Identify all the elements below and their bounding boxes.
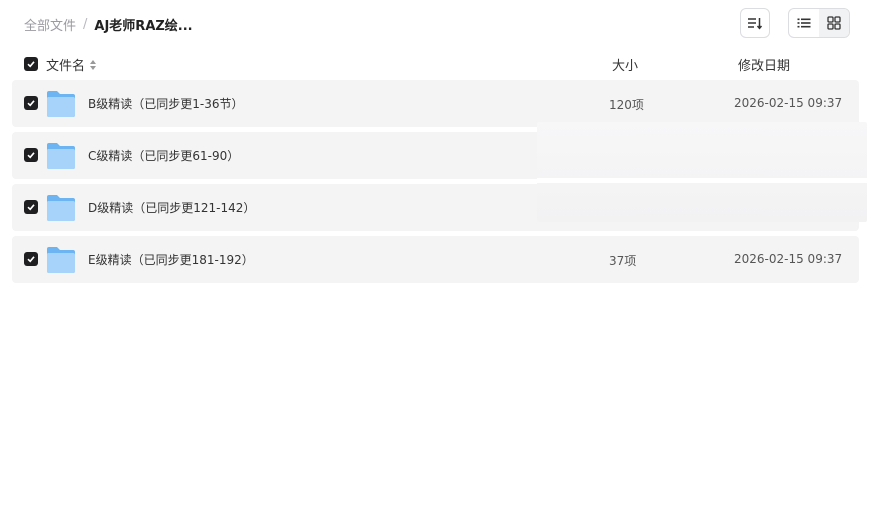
sort-button[interactable] <box>740 8 770 38</box>
check-icon <box>27 204 35 211</box>
breadcrumb: 全部文件 / AJ老师RAZ绘... <box>24 14 193 34</box>
obscured-overlay <box>537 122 867 222</box>
file-date: 2026-02-15 09:37 <box>734 96 843 110</box>
folder-icon <box>47 91 75 117</box>
row-checkbox[interactable] <box>24 96 38 110</box>
file-size: 120项 <box>609 98 644 112</box>
sort-lines-icon <box>748 18 763 30</box>
folder-icon <box>47 247 75 273</box>
column-name-header[interactable]: 文件名 <box>46 55 97 74</box>
file-name[interactable]: B级精读（已同步更1-36节） <box>88 95 243 112</box>
breadcrumb-current-folder: AJ老师RAZ绘... <box>94 18 193 34</box>
row-checkbox[interactable] <box>24 148 38 162</box>
column-name-label: 文件名 <box>46 59 86 74</box>
grid-view-icon <box>827 16 841 30</box>
folder-icon <box>47 143 75 169</box>
sort-arrows-icon <box>90 59 97 70</box>
column-date-header[interactable]: 修改日期 <box>738 55 790 74</box>
breadcrumb-root-link[interactable]: 全部文件 <box>24 15 76 34</box>
column-header: 文件名 大小 修改日期 <box>12 50 859 78</box>
file-name[interactable]: E级精读（已同步更181-192） <box>88 251 254 268</box>
check-icon <box>27 61 35 68</box>
column-size-header[interactable]: 大小 <box>612 55 638 74</box>
file-date: 2026-02-15 09:37 <box>734 252 843 266</box>
breadcrumb-separator: / <box>83 16 88 32</box>
select-all-checkbox[interactable] <box>24 57 38 71</box>
grid-view-button[interactable] <box>819 9 849 37</box>
list-view-icon <box>797 18 811 28</box>
file-size: 37项 <box>609 254 637 268</box>
file-name[interactable]: C级精读（已同步更61-90） <box>88 147 239 164</box>
check-icon <box>27 152 35 159</box>
table-row[interactable]: E级精读（已同步更181-192） 37项 2026-02-15 09:37 <box>12 236 859 283</box>
check-icon <box>27 256 35 263</box>
folder-icon <box>47 195 75 221</box>
view-toggle <box>788 8 850 38</box>
check-icon <box>27 100 35 107</box>
row-checkbox[interactable] <box>24 252 38 266</box>
file-browser: 全部文件 / AJ老师RAZ绘... 文件名 大小 修改日期 B级精读（已同步更… <box>0 0 874 514</box>
list-view-button[interactable] <box>789 9 819 37</box>
table-row[interactable]: B级精读（已同步更1-36节） 120项 2026-02-15 09:37 <box>12 80 859 127</box>
file-name[interactable]: D级精读（已同步更121-142） <box>88 199 255 216</box>
row-checkbox[interactable] <box>24 200 38 214</box>
